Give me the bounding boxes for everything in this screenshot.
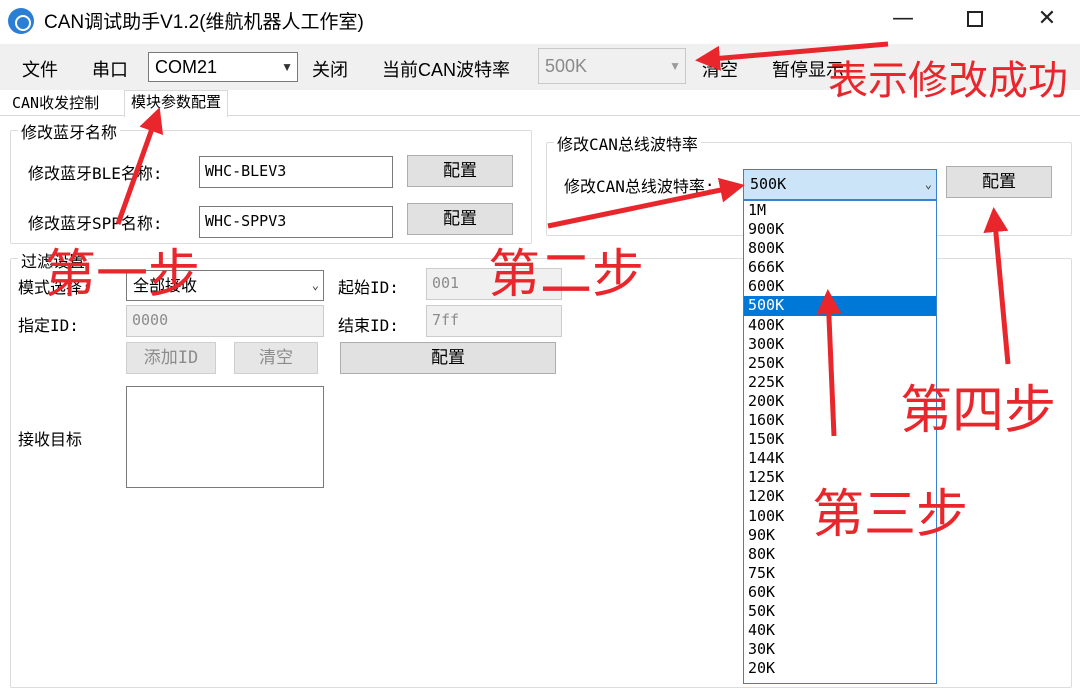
chevron-down-icon: ▼ [281, 60, 293, 74]
baud-option[interactable]: 1M [744, 201, 936, 220]
filter-config-button[interactable]: 配置 [340, 342, 556, 374]
close-window-button[interactable]: ✕ [1012, 0, 1080, 40]
spp-name-label: 修改蓝牙SPP名称: [28, 214, 163, 233]
annotation-step3: 第三步 [812, 485, 969, 545]
can-baud-label: 修改CAN总线波特率: [564, 177, 715, 196]
window-title: CAN调试助手V1.2(维航机器人工作室) [44, 12, 364, 33]
end-id-input[interactable]: 7ff [426, 305, 562, 337]
app-logo-icon [8, 8, 34, 34]
baud-option[interactable]: 900K [744, 220, 936, 239]
baud-option[interactable]: 800K [744, 239, 936, 258]
baud-option[interactable]: 75K [744, 564, 936, 583]
baud-option[interactable]: 40K [744, 621, 936, 640]
receive-target-label: 接收目标 [18, 430, 83, 449]
tab-can-control[interactable]: CAN收发控制 [6, 92, 105, 116]
baud-option[interactable]: 600K [744, 277, 936, 296]
chevron-down-icon: ⌄ [924, 177, 932, 191]
spp-config-button[interactable]: 配置 [407, 203, 513, 235]
current-baud-select: 500K ▼ [538, 48, 686, 84]
baud-option[interactable]: 60K [744, 583, 936, 602]
close-port-button[interactable]: 关闭 [312, 56, 348, 82]
baud-option[interactable]: 300K [744, 335, 936, 354]
baud-option[interactable]: 144K [744, 449, 936, 468]
title-bar: CAN调试助手V1.2(维航机器人工作室) — ✕ [0, 0, 1080, 40]
baud-option[interactable]: 50K [744, 602, 936, 621]
baud-option[interactable]: 666K [744, 258, 936, 277]
bluetooth-group-title: 修改蓝牙名称 [18, 119, 121, 143]
baud-option[interactable]: 400K [744, 316, 936, 335]
tab-module-config[interactable]: 模块参数配置 [124, 90, 229, 117]
can-baud-selected: 500K [750, 175, 787, 193]
port-select[interactable]: COM21 ▼ [148, 52, 298, 82]
minimize-button[interactable]: — [868, 0, 938, 40]
clear-button[interactable]: 清空 [702, 56, 738, 82]
start-id-label: 起始ID: [338, 278, 399, 297]
maximize-icon [967, 11, 983, 27]
add-id-button[interactable]: 添加ID [126, 342, 216, 374]
menu-serial[interactable]: 串口 [92, 56, 128, 82]
can-baud-group-title: 修改CAN总线波特率 [554, 131, 701, 155]
ble-name-label: 修改蓝牙BLE名称: [28, 164, 163, 183]
assign-id-label: 指定ID: [18, 316, 79, 335]
can-baud-select[interactable]: 500K ⌄ [743, 169, 937, 200]
maximize-button[interactable] [940, 0, 1010, 40]
annotation-step1: 第一步 [44, 245, 201, 305]
clear-id-button[interactable]: 清空 [234, 342, 318, 374]
annotation-success: 表示修改成功 [828, 58, 1068, 104]
menu-file[interactable]: 文件 [22, 56, 58, 82]
baud-option[interactable]: 80K [744, 545, 936, 564]
annotation-step4: 第四步 [900, 381, 1057, 441]
baud-label: 当前CAN波特率 [382, 60, 511, 80]
baud-option[interactable]: 500K [744, 296, 936, 316]
chevron-down-icon: ⌄ [311, 278, 319, 292]
spp-name-input[interactable]: WHC-SPPV3 [199, 206, 393, 238]
ble-config-button[interactable]: 配置 [407, 155, 513, 187]
can-baud-config-button[interactable]: 配置 [946, 166, 1052, 198]
receive-target-list[interactable] [126, 386, 324, 488]
assign-id-input[interactable]: 0000 [126, 305, 324, 337]
current-baud-value: 500K [545, 56, 588, 76]
port-value: COM21 [155, 57, 218, 77]
baud-option[interactable]: 20K [744, 659, 936, 678]
annotation-step2: 第二步 [488, 245, 645, 305]
baud-option[interactable]: 30K [744, 640, 936, 659]
ble-name-input[interactable]: WHC-BLEV3 [199, 156, 393, 188]
end-id-label: 结束ID: [338, 316, 399, 335]
chevron-down-icon: ▼ [669, 59, 681, 73]
